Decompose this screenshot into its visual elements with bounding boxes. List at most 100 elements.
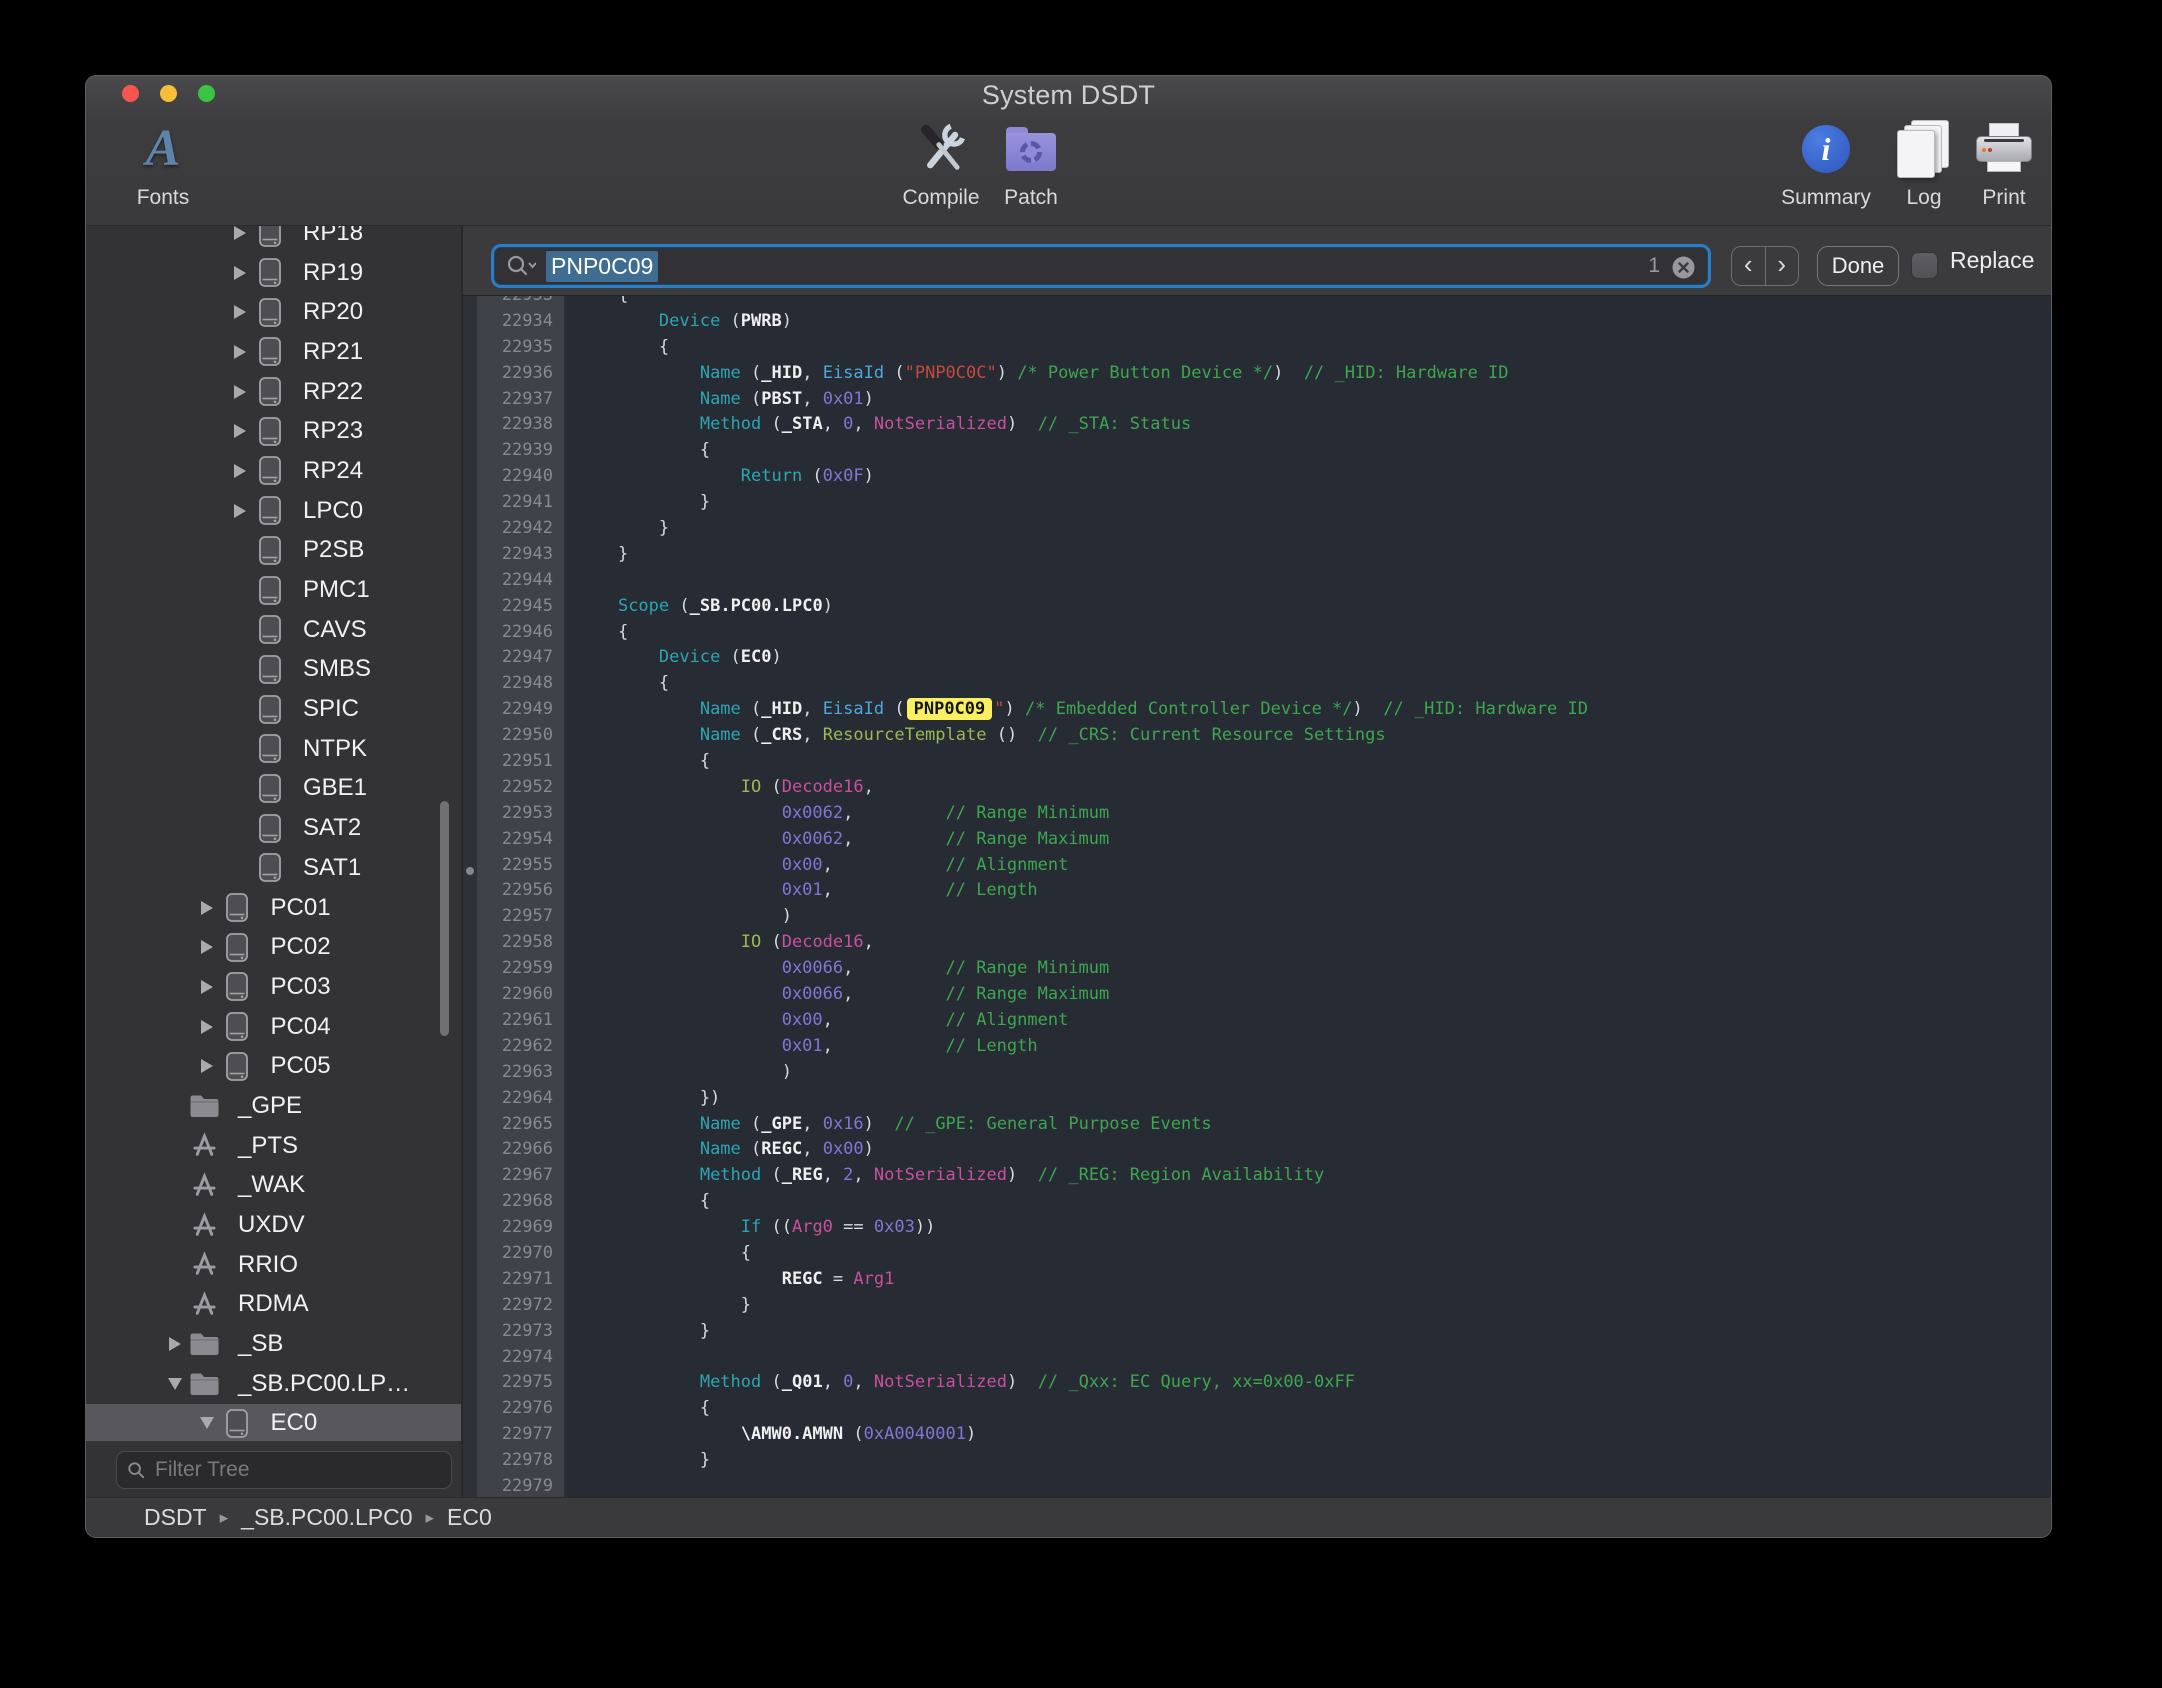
device-icon bbox=[253, 572, 286, 608]
sidebar-scrollbar-thumb[interactable] bbox=[440, 801, 449, 1036]
disclosure-collapsed-icon[interactable] bbox=[226, 504, 253, 518]
method-icon bbox=[188, 1167, 221, 1203]
tree-item-PMC1[interactable]: PMC1 bbox=[86, 570, 461, 610]
tree-item-RP22[interactable]: RP22 bbox=[86, 372, 461, 412]
device-icon bbox=[253, 770, 286, 806]
breadcrumb-item-dsdt[interactable]: DSDT bbox=[144, 1504, 207, 1531]
toolbar-button-fonts[interactable]: A Fonts bbox=[88, 114, 238, 210]
toolbar-button-patch[interactable]: Patch bbox=[956, 114, 1106, 210]
disclosure-collapsed-icon[interactable] bbox=[194, 901, 221, 915]
line-number: 22951 bbox=[463, 749, 565, 775]
tree-item-label: PC03 bbox=[271, 973, 331, 1001]
find-match-highlight: PNP0C09 bbox=[907, 698, 993, 720]
line-number: 22976 bbox=[463, 1396, 565, 1422]
tree-item-RP19[interactable]: RP19 bbox=[86, 253, 461, 293]
tree-item-RDMA[interactable]: RDMA bbox=[86, 1285, 461, 1325]
device-icon bbox=[253, 850, 286, 886]
toolbar-button-print[interactable]: Print bbox=[1929, 114, 2052, 210]
done-button[interactable]: Done bbox=[1817, 246, 1899, 286]
disclosure-expanded-icon[interactable] bbox=[194, 1417, 221, 1429]
disclosure-collapsed-icon[interactable] bbox=[194, 1059, 221, 1073]
tree-item-RP21[interactable]: RP21 bbox=[86, 332, 461, 372]
tree-item-PC02[interactable]: PC02 bbox=[86, 927, 461, 967]
tree-item-_PTS[interactable]: _PTS bbox=[86, 1126, 461, 1166]
tree-item-_SB.PC00.LP[interactable]: _SB.PC00.LP… bbox=[86, 1364, 461, 1404]
tree-item-PC01[interactable]: PC01 bbox=[86, 888, 461, 928]
device-icon bbox=[253, 226, 286, 251]
folder-icon bbox=[188, 1088, 221, 1124]
code-line: 22935 { bbox=[463, 335, 2051, 361]
tree-item-label: EC0 bbox=[271, 1409, 318, 1437]
tree-item-SAT1[interactable]: SAT1 bbox=[86, 848, 461, 888]
code-editor[interactable]: 22933 {22934 Device (PWRB)22935 {22936 N… bbox=[463, 296, 2051, 1497]
tree-item-P2SB[interactable]: P2SB bbox=[86, 531, 461, 571]
tree-item-label: RP21 bbox=[303, 338, 363, 366]
disclosure-collapsed-icon[interactable] bbox=[226, 226, 253, 240]
line-number: 22949 bbox=[463, 697, 565, 723]
tree-item-_SB[interactable]: _SB bbox=[86, 1324, 461, 1364]
disclosure-collapsed-icon[interactable] bbox=[226, 266, 253, 280]
code-line: 22949 Name (_HID, EisaId (PNP0C09") /* E… bbox=[463, 697, 2051, 723]
breadcrumb-item-scope[interactable]: _SB.PC00.LPC0 bbox=[241, 1504, 412, 1531]
device-icon bbox=[253, 612, 286, 648]
tree-item-UXDV[interactable]: UXDV bbox=[86, 1205, 461, 1245]
line-number: 22950 bbox=[463, 723, 565, 749]
tree-item-RRIO[interactable]: RRIO bbox=[86, 1245, 461, 1285]
tree-item-SAT2[interactable]: SAT2 bbox=[86, 808, 461, 848]
tree-item-_WAK[interactable]: _WAK bbox=[86, 1166, 461, 1206]
tree-item-GBE1[interactable]: GBE1 bbox=[86, 769, 461, 809]
disclosure-collapsed-icon[interactable] bbox=[226, 424, 253, 438]
tree-item-PC05[interactable]: PC05 bbox=[86, 1046, 461, 1086]
code-text: 0x0062, // Range Maximum bbox=[565, 827, 1109, 853]
line-number: 22958 bbox=[463, 930, 565, 956]
code-text: { bbox=[565, 438, 710, 464]
window-title: System DSDT bbox=[86, 80, 2051, 111]
code-line: 22943 } bbox=[463, 542, 2051, 568]
disclosure-collapsed-icon[interactable] bbox=[226, 464, 253, 478]
tree-item-PC04[interactable]: PC04 bbox=[86, 1007, 461, 1047]
device-icon bbox=[253, 651, 286, 687]
tree-item-CAVS[interactable]: CAVS bbox=[86, 610, 461, 650]
tree-item-label: RP23 bbox=[303, 417, 363, 445]
tree-item-SMBS[interactable]: SMBS bbox=[86, 650, 461, 690]
device-icon bbox=[253, 413, 286, 449]
tree-item-NTPK[interactable]: NTPK bbox=[86, 729, 461, 769]
tree-item-PC03[interactable]: PC03 bbox=[86, 967, 461, 1007]
code-line: 22953 0x0062, // Range Minimum bbox=[463, 801, 2051, 827]
find-input[interactable]: PNP0C09 1 bbox=[491, 244, 1711, 288]
disclosure-collapsed-icon[interactable] bbox=[161, 1337, 188, 1351]
disclosure-expanded-icon[interactable] bbox=[161, 1378, 188, 1390]
tree-item-EC0[interactable]: EC0 bbox=[86, 1404, 461, 1441]
tree-item-RP23[interactable]: RP23 bbox=[86, 411, 461, 451]
device-icon bbox=[221, 890, 254, 926]
next-match-button[interactable]: › bbox=[1766, 247, 1799, 285]
line-number: 22977 bbox=[463, 1422, 565, 1448]
tree-item-RP24[interactable]: RP24 bbox=[86, 451, 461, 491]
tree-item-LPC0[interactable]: LPC0 bbox=[86, 491, 461, 531]
replace-checkbox[interactable] bbox=[1911, 252, 1938, 279]
code-text: Method (_Q01, 0, NotSerialized) // _Qxx:… bbox=[565, 1370, 1355, 1396]
line-number: 22962 bbox=[463, 1034, 565, 1060]
tree-item-RP20[interactable]: RP20 bbox=[86, 292, 461, 332]
disclosure-collapsed-icon[interactable] bbox=[194, 940, 221, 954]
disclosure-collapsed-icon[interactable] bbox=[194, 1020, 221, 1034]
tree-item-label: SPIC bbox=[303, 695, 359, 723]
code-line: 22945 Scope (_SB.PC00.LPC0) bbox=[463, 594, 2051, 620]
line-number: 22942 bbox=[463, 516, 565, 542]
tree-item-RP18[interactable]: RP18 bbox=[86, 226, 461, 253]
line-number: 22948 bbox=[463, 671, 565, 697]
tree-item-_GPE[interactable]: _GPE bbox=[86, 1086, 461, 1126]
window-header: System DSDT A Fonts Compile bbox=[86, 76, 2051, 226]
code-line: 22960 0x0066, // Range Maximum bbox=[463, 982, 2051, 1008]
clear-search-icon[interactable] bbox=[1671, 255, 1696, 285]
disclosure-collapsed-icon[interactable] bbox=[226, 305, 253, 319]
disclosure-collapsed-icon[interactable] bbox=[226, 385, 253, 399]
filter-tree-field[interactable]: Filter Tree bbox=[116, 1451, 452, 1489]
breadcrumb-item-device[interactable]: EC0 bbox=[447, 1504, 492, 1531]
tree-item-SPIC[interactable]: SPIC bbox=[86, 689, 461, 729]
previous-match-button[interactable]: ‹ bbox=[1732, 247, 1766, 285]
code-text bbox=[565, 1345, 577, 1371]
disclosure-collapsed-icon[interactable] bbox=[194, 980, 221, 994]
disclosure-collapsed-icon[interactable] bbox=[226, 345, 253, 359]
line-number: 22966 bbox=[463, 1137, 565, 1163]
